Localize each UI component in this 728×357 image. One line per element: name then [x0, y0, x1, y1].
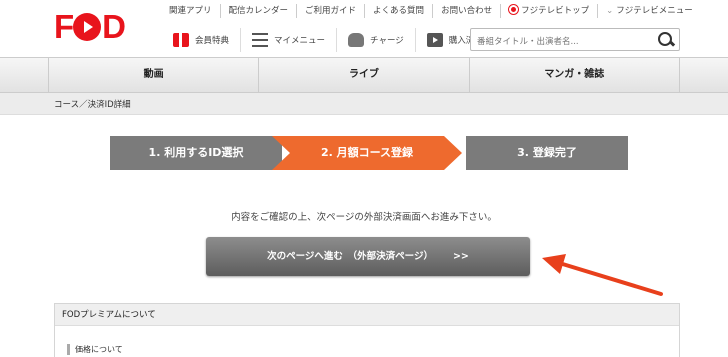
gift-icon — [173, 33, 189, 47]
tab-live[interactable]: ライブ — [258, 58, 468, 92]
search-input[interactable] — [471, 31, 651, 53]
member-nav: 会員特典 マイメニュー チャージ 購入済 — [162, 28, 485, 52]
link-fujitv-top[interactable]: フジテレビトップ — [500, 4, 597, 18]
link-guide[interactable]: ご利用ガイド — [296, 4, 364, 18]
price-section-heading: 価格について — [67, 344, 123, 355]
breadcrumb-current: コース／決済ID詳細 — [54, 100, 131, 110]
tab-video[interactable]: 動画 — [49, 58, 258, 92]
coin-bag-icon — [348, 33, 365, 47]
double-chevron-right-icon: >> — [452, 251, 469, 262]
search-box — [470, 28, 680, 53]
breadcrumb: コース／決済ID詳細 — [0, 93, 728, 115]
fod-logo[interactable]: FD — [54, 9, 126, 45]
site-header: FD 関連アプリ 配信カレンダー ご利用ガイド よくある質問 お問い合わせ フジ… — [0, 0, 728, 57]
about-panel-title: FODプレミアムについて — [55, 304, 679, 326]
my-menu-link[interactable]: マイメニュー — [240, 28, 336, 52]
step-complete: 3. 登録完了 — [466, 136, 628, 170]
annotation-arrow-icon — [542, 254, 663, 296]
tab-manga-magazine[interactable]: マンガ・雑誌 — [468, 58, 679, 92]
proceed-button-label: 次のページへ進む （外部決済ページ） — [267, 251, 433, 262]
step-monthly-course-active: 2. 月額コース登録 — [272, 136, 462, 170]
fujitv-logo-icon — [509, 5, 519, 14]
search-icon[interactable] — [657, 31, 675, 49]
link-contact[interactable]: お問い合わせ — [432, 4, 500, 18]
main-nav: 動画 ライブ マンガ・雑誌 — [0, 57, 728, 93]
play-logo-icon — [73, 13, 102, 41]
member-benefits-link[interactable]: 会員特典 — [162, 28, 240, 52]
link-faq[interactable]: よくある質問 — [364, 4, 432, 18]
step-select-id: 1. 利用するID選択 — [110, 136, 282, 170]
chevron-down-icon: ⌄ — [606, 6, 614, 16]
about-premium-panel: FODプレミアムについて 価格について — [54, 303, 680, 357]
play-box-icon — [426, 33, 443, 47]
charge-link[interactable]: チャージ — [336, 28, 415, 52]
proceed-to-payment-button[interactable]: 次のページへ進む （外部決済ページ） >> — [206, 237, 530, 276]
progress-steps: 1. 利用するID選択 3. 登録完了 2. 月額コース登録 — [110, 136, 628, 170]
top-links: 関連アプリ 配信カレンダー ご利用ガイド よくある質問 お問い合わせ フジテレビ… — [161, 4, 701, 18]
menu-icon — [252, 33, 269, 47]
link-fujitv-menu[interactable]: ⌄ フジテレビメニュー — [597, 4, 701, 18]
instruction-text: 内容をご確認の上、次ページの外部決済画面へお進み下さい。 — [231, 212, 497, 223]
link-calendar[interactable]: 配信カレンダー — [219, 4, 297, 18]
link-related-apps[interactable]: 関連アプリ — [161, 4, 220, 18]
